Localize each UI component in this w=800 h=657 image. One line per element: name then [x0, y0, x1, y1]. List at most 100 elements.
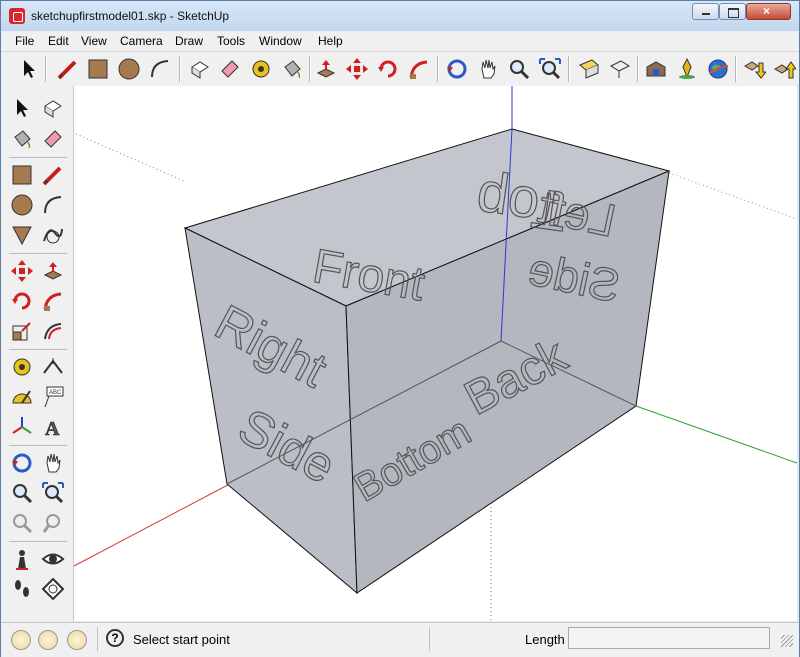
- resize-grip-icon[interactable]: [781, 635, 793, 647]
- menu-tools[interactable]: Tools: [217, 34, 245, 48]
- polygon-icon[interactable]: [10, 223, 34, 247]
- paint-bucket-icon[interactable]: [280, 57, 304, 81]
- previous-view-icon[interactable]: [608, 57, 632, 81]
- menu-camera[interactable]: Camera: [120, 34, 163, 48]
- pan-icon[interactable]: [476, 57, 500, 81]
- arc-icon[interactable]: [41, 193, 65, 217]
- get-models-icon[interactable]: [742, 57, 766, 81]
- status-bar: ? Select start point Length: [1, 622, 799, 657]
- scale-icon[interactable]: [10, 319, 34, 343]
- menu-file[interactable]: File: [15, 34, 34, 48]
- follow-me-icon[interactable]: [407, 57, 431, 81]
- help-icon[interactable]: ?: [106, 629, 124, 647]
- circle-icon[interactable]: [117, 57, 141, 81]
- maximize-button[interactable]: [719, 3, 746, 20]
- freehand-icon[interactable]: [41, 223, 65, 247]
- look-around-icon[interactable]: [41, 547, 65, 571]
- section-plane-icon[interactable]: [577, 57, 601, 81]
- pan-icon[interactable]: [41, 451, 65, 475]
- zoom-icon[interactable]: [507, 57, 531, 81]
- main-toolbar: [1, 51, 799, 87]
- eraser-icon[interactable]: [218, 57, 242, 81]
- orbit-icon[interactable]: [10, 451, 34, 475]
- text-label-icon[interactable]: ABC: [41, 385, 65, 409]
- sketchup-app-icon: [9, 8, 25, 24]
- tool-separator: [9, 157, 67, 158]
- close-button[interactable]: ×: [746, 3, 791, 20]
- zoom-extents-icon[interactable]: [41, 481, 65, 505]
- make-component-icon[interactable]: [188, 57, 212, 81]
- protractor-icon[interactable]: [10, 385, 34, 409]
- geo-location-icon[interactable]: [11, 630, 31, 650]
- status-message: Select start point: [133, 632, 230, 647]
- eraser-icon[interactable]: [41, 127, 65, 151]
- axes-icon[interactable]: [10, 415, 34, 439]
- 3d-text-icon[interactable]: A: [41, 415, 65, 439]
- google-earth-icon[interactable]: [706, 57, 730, 81]
- menu-bar: File Edit View Camera Draw Tools Window …: [1, 31, 799, 51]
- select-icon[interactable]: [10, 96, 34, 120]
- tool-separator: [9, 253, 67, 254]
- share-model-icon[interactable]: [772, 57, 796, 81]
- measurements-input[interactable]: [568, 627, 770, 649]
- measurements-label: Length: [525, 632, 565, 647]
- tape-measure-icon[interactable]: [249, 57, 273, 81]
- status-separator: [97, 627, 98, 651]
- move-icon[interactable]: [10, 259, 34, 283]
- rectangle-icon[interactable]: [10, 163, 34, 187]
- zoom-icon[interactable]: [10, 481, 34, 505]
- toolbar-separator: [637, 56, 639, 82]
- zoom-extents-icon[interactable]: [538, 57, 562, 81]
- menu-edit[interactable]: Edit: [48, 34, 69, 48]
- offset-icon[interactable]: [41, 319, 65, 343]
- rotate-icon[interactable]: [10, 289, 34, 313]
- window-title: sketchupfirstmodel01.skp - SketchUp: [31, 9, 230, 23]
- svg-text:ABC: ABC: [49, 390, 62, 396]
- walk-icon[interactable]: [10, 577, 34, 601]
- section-plane-icon[interactable]: [41, 577, 65, 601]
- paint-bucket-icon[interactable]: [10, 127, 34, 151]
- rectangle-icon[interactable]: [86, 57, 110, 81]
- credits-icon[interactable]: [38, 630, 58, 650]
- maximize-icon: [728, 8, 739, 18]
- push-pull-icon[interactable]: [314, 57, 338, 81]
- drawing-area[interactable]: Top Front Left Side Right Side Back Bott…: [74, 86, 797, 621]
- make-component-icon[interactable]: [41, 96, 65, 120]
- menu-view[interactable]: View: [81, 34, 107, 48]
- toolbar-separator: [568, 56, 570, 82]
- google-sign-in-icon[interactable]: [67, 630, 87, 650]
- dimension-icon[interactable]: [41, 355, 65, 379]
- menu-help[interactable]: Help: [318, 34, 343, 48]
- 3d-warehouse-icon[interactable]: [644, 57, 668, 81]
- rotate-icon[interactable]: [376, 57, 400, 81]
- green-axis-negative: [668, 172, 797, 220]
- orbit-icon[interactable]: [445, 57, 469, 81]
- menu-draw[interactable]: Draw: [175, 34, 203, 48]
- arc-icon[interactable]: [148, 57, 172, 81]
- svg-text:A: A: [45, 418, 60, 439]
- tool-separator: [9, 349, 67, 350]
- line-icon[interactable]: [41, 163, 65, 187]
- follow-me-icon[interactable]: [41, 289, 65, 313]
- push-pull-icon[interactable]: [41, 259, 65, 283]
- select-icon[interactable]: [17, 57, 41, 81]
- circle-icon[interactable]: [10, 193, 34, 217]
- title-bar[interactable]: sketchupfirstmodel01.skp - SketchUp ×: [1, 1, 799, 31]
- previous-view-icon[interactable]: [10, 511, 34, 535]
- move-icon[interactable]: [345, 57, 369, 81]
- line-icon[interactable]: [56, 57, 80, 81]
- status-separator: [429, 627, 430, 651]
- next-view-icon[interactable]: [41, 511, 65, 535]
- menu-window[interactable]: Window: [259, 34, 302, 48]
- large-tool-set: ABC A: [1, 86, 74, 621]
- toolbar-separator: [45, 56, 47, 82]
- toolbar-separator: [309, 56, 311, 82]
- minimize-button[interactable]: [692, 3, 719, 20]
- minimize-icon: [702, 13, 710, 15]
- toolbar-separator: [735, 56, 737, 82]
- position-camera-icon[interactable]: [10, 547, 34, 571]
- model-scene: Top Front Left Side Right Side Back Bott…: [74, 86, 797, 621]
- add-location-icon[interactable]: [675, 57, 699, 81]
- sketchup-window: sketchupfirstmodel01.skp - SketchUp × Fi…: [0, 0, 800, 657]
- tape-measure-icon[interactable]: [10, 355, 34, 379]
